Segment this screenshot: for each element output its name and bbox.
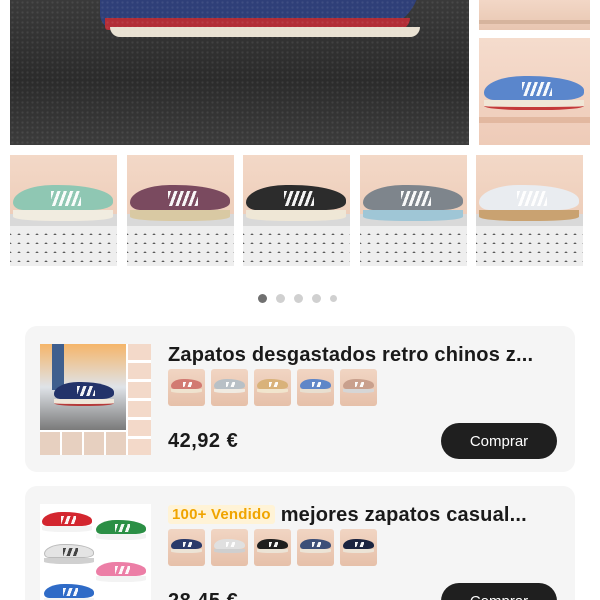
product-image[interactable] xyxy=(40,504,151,600)
pagination-dot[interactable] xyxy=(258,294,267,303)
black-sneaker-icon xyxy=(246,185,346,221)
sneaker-icon xyxy=(171,539,202,553)
main-product-image[interactable] xyxy=(10,0,469,145)
color-variant-thumbnail[interactable] xyxy=(211,529,248,566)
product-title[interactable]: Zapatos desgastados retro chinos z... xyxy=(168,344,563,367)
color-variant-thumbnail[interactable] xyxy=(211,369,248,406)
pink-sneaker-icon xyxy=(96,562,146,582)
pagination-dot[interactable] xyxy=(294,294,303,303)
burgundy-sneaker-icon xyxy=(129,185,230,221)
gallery-thumbnail[interactable] xyxy=(10,155,117,266)
color-variant-thumbnail[interactable] xyxy=(297,369,334,406)
product-price: 28,45 € xyxy=(168,590,238,600)
sneaker-icon xyxy=(171,379,202,393)
color-variant-thumbnail[interactable] xyxy=(254,369,291,406)
color-variant-thumbnail[interactable] xyxy=(297,529,334,566)
buy-button[interactable]: Comprar xyxy=(441,423,557,459)
green-sneaker-icon xyxy=(96,520,146,540)
thumbnail-strip xyxy=(10,155,590,266)
side-image-blue-sneaker[interactable] xyxy=(479,38,590,145)
sneaker-icon xyxy=(343,539,374,553)
blue-sneaker-icon xyxy=(484,76,584,110)
buy-button[interactable]: Comprar xyxy=(441,583,557,600)
pagination-dot[interactable] xyxy=(312,294,321,303)
pagination-dot[interactable] xyxy=(276,294,285,303)
sneaker-sole xyxy=(110,27,420,37)
sneaker-icon xyxy=(343,379,374,393)
sneaker-upper xyxy=(100,0,420,30)
sold-badge: 100+ Vendido xyxy=(168,505,275,524)
color-variant-thumbnail[interactable] xyxy=(168,369,205,406)
sneaker-red-midsole xyxy=(105,18,410,30)
red-sneaker-icon xyxy=(42,512,92,532)
sneaker-icon xyxy=(257,379,288,393)
gallery-pagination[interactable] xyxy=(258,294,337,303)
color-variant-thumbnail[interactable] xyxy=(168,529,205,566)
product-card[interactable]: 100+ Vendidomejores zapatos casual... 28… xyxy=(25,486,575,600)
side-image-top[interactable] xyxy=(479,0,590,30)
navy-sneaker-icon xyxy=(54,382,114,406)
product-price: 42,92 € xyxy=(168,430,239,452)
sneaker-icon xyxy=(214,539,245,553)
white-navy-sneaker-icon xyxy=(479,185,579,221)
blue-sneaker-icon xyxy=(44,584,94,600)
color-variants xyxy=(168,369,377,406)
color-variant-thumbnail[interactable] xyxy=(340,369,377,406)
sneaker-icon xyxy=(300,539,331,553)
product-title[interactable]: 100+ Vendido mejores zapatos casual... xyxy=(168,504,563,527)
sneaker-icon xyxy=(257,539,288,553)
gallery-thumbnail[interactable] xyxy=(476,155,583,266)
product-image[interactable] xyxy=(40,344,151,455)
mint-green-sneaker-icon xyxy=(13,185,113,221)
sneaker-icon xyxy=(300,379,331,393)
color-variants xyxy=(168,529,377,566)
gallery-thumbnail[interactable] xyxy=(126,155,234,266)
white-sneaker-icon xyxy=(44,544,94,564)
grey-sneaker-icon xyxy=(362,185,463,221)
product-card[interactable]: Zapatos desgastados retro chinos z... 42… xyxy=(25,326,575,472)
color-variant-thumbnail[interactable] xyxy=(254,529,291,566)
gallery-thumbnail[interactable] xyxy=(359,155,467,266)
pagination-dot[interactable] xyxy=(330,295,337,302)
color-variant-thumbnail[interactable] xyxy=(340,529,377,566)
sneaker-icon xyxy=(214,379,245,393)
gallery-thumbnail[interactable] xyxy=(243,155,350,266)
